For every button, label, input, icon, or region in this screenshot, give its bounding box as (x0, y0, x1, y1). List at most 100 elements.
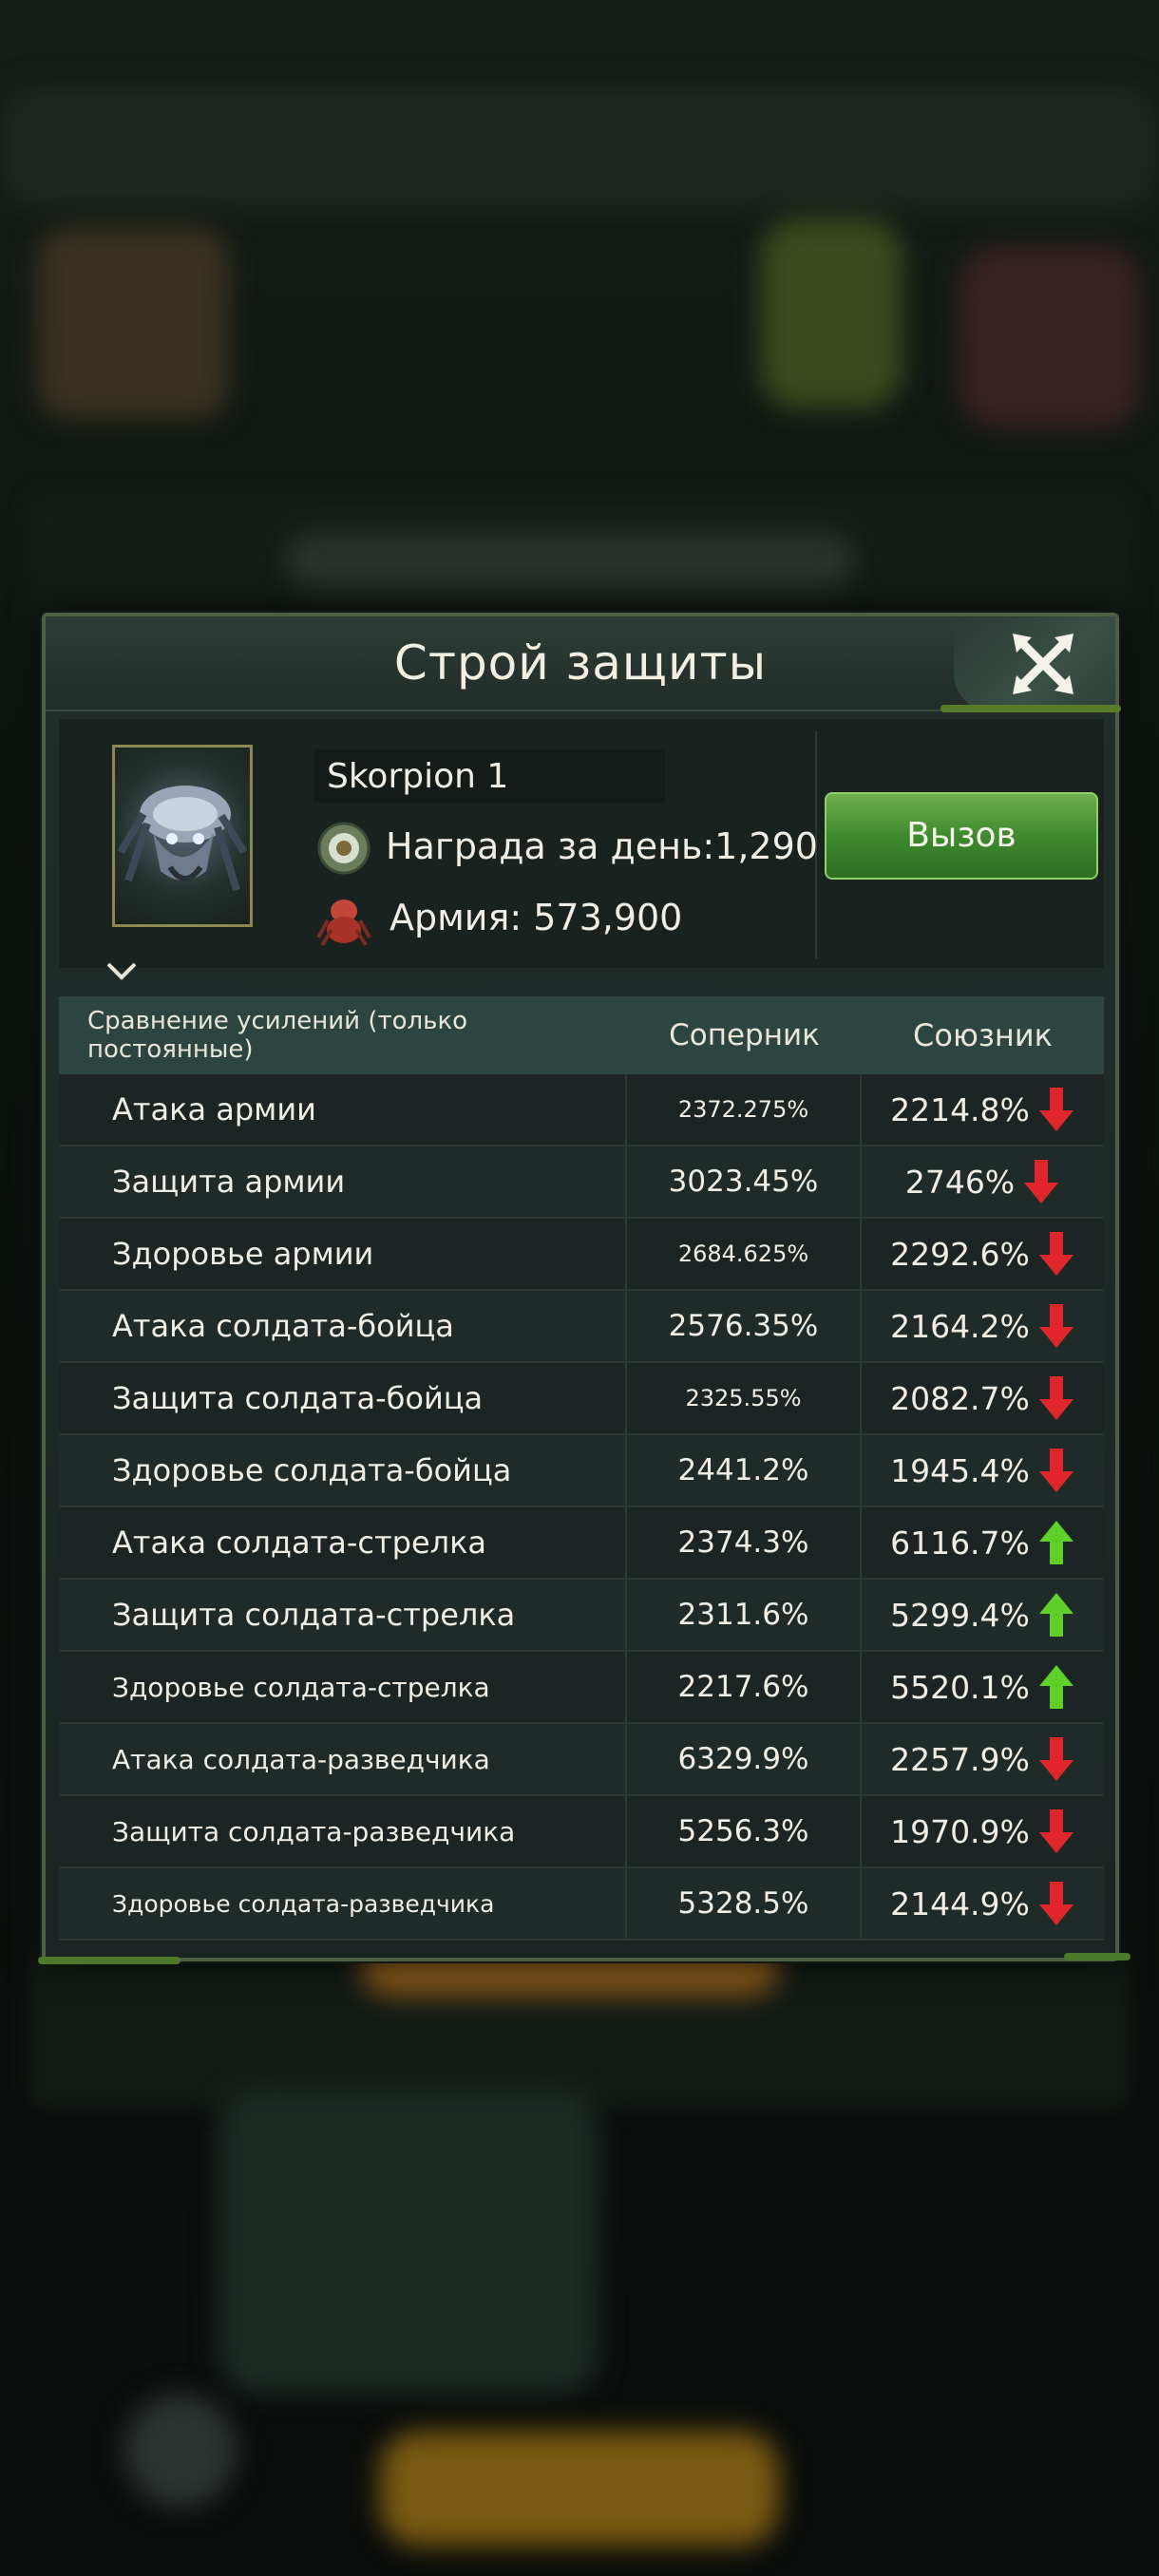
header-rival: Соперник (669, 1018, 820, 1052)
ally-value: 5520.1% (890, 1668, 1030, 1706)
rival-value: 2374.3% (627, 1507, 862, 1578)
avatar[interactable] (112, 745, 253, 927)
army-ant-icon (316, 900, 371, 947)
table-row: Здоровье солдата-стрелка 2217.6% 5520.1% (59, 1652, 1104, 1724)
ally-cell: 2214.8% (862, 1074, 1104, 1145)
rival-value: 2372.275% (627, 1074, 862, 1145)
bg-tile (760, 218, 902, 408)
bg-card (218, 2090, 598, 2394)
ally-value: 5299.4% (890, 1596, 1030, 1634)
table-row: Здоровье армии 2684.625% 2292.6% (59, 1219, 1104, 1291)
vine-decoration (940, 705, 1121, 712)
arrow-up-icon (1038, 1593, 1074, 1637)
table-body: Атака армии 2372.275% 2214.8% Защита армии 3… (59, 1074, 1104, 1941)
player-name: Skorpion 1 (327, 757, 509, 796)
challenge-button[interactable]: Вызов (825, 792, 1098, 880)
ally-value: 2214.8% (890, 1090, 1030, 1128)
table-row: Защита солдата-разведчика 5256.3% 1970.9% (59, 1796, 1104, 1868)
ally-value: 1945.4% (890, 1451, 1030, 1489)
ally-cell: 2257.9% (862, 1724, 1104, 1794)
arrow-down-icon (1024, 1160, 1059, 1203)
boost-label: Атака солдата-разведчика (59, 1724, 627, 1794)
rival-value: 2311.6% (627, 1580, 862, 1650)
bg-tile (38, 228, 228, 418)
boost-label: Защита солдата-стрелка (59, 1580, 627, 1650)
rival-value: 2217.6% (627, 1652, 862, 1722)
arrow-down-icon (1038, 1088, 1074, 1131)
boost-label: Здоровье солдата-бойца (59, 1435, 627, 1506)
ally-cell: 1945.4% (862, 1435, 1104, 1506)
table-row: Здоровье солдата-бойца 2441.2% 1945.4% (59, 1435, 1104, 1507)
ally-cell: 1970.9% (862, 1796, 1104, 1866)
rival-value: 5328.5% (627, 1868, 862, 1939)
header-ally: Союзник (913, 1017, 1053, 1053)
arrow-down-icon (1038, 1304, 1074, 1348)
ally-cell: 2746% (862, 1146, 1104, 1217)
table-row: Защита армии 3023.45% 2746% (59, 1146, 1104, 1219)
arrow-down-icon (1038, 1809, 1074, 1853)
table-row: Защита солдата-бойца 2325.55% 2082.7% (59, 1363, 1104, 1435)
boost-label: Здоровье солдата-разведчика (59, 1868, 627, 1939)
title-bar: Строй защиты (46, 616, 1115, 711)
table-row: Атака армии 2372.275% 2214.8% (59, 1074, 1104, 1146)
bg-tile (960, 247, 1140, 427)
arrow-down-icon (1038, 1376, 1074, 1420)
boost-label: Здоровье армии (59, 1219, 627, 1289)
ally-cell: 2082.7% (862, 1363, 1104, 1433)
rival-value: 2441.2% (627, 1435, 862, 1506)
arrow-up-icon (1038, 1521, 1074, 1564)
ally-value: 2292.6% (890, 1235, 1030, 1273)
boost-label: Здоровье солдата-стрелка (59, 1652, 627, 1722)
ally-value: 1970.9% (890, 1812, 1030, 1850)
ally-cell: 2164.2% (862, 1291, 1104, 1361)
table-row: Защита солдата-стрелка 2311.6% 5299.4% (59, 1580, 1104, 1652)
rival-value: 2684.625% (627, 1219, 862, 1289)
boost-comparison-table: Сравнение усилений (только постоянные) С… (59, 996, 1104, 1941)
arrow-down-icon (1038, 1737, 1074, 1781)
bg-header (0, 85, 1159, 209)
rival-value: 2325.55% (627, 1363, 862, 1433)
ally-value: 2257.9% (890, 1740, 1030, 1778)
boost-label: Защита солдата-бойца (59, 1363, 627, 1433)
boost-label: Защита солдата-разведчика (59, 1796, 627, 1866)
scorpion-portrait-icon (117, 786, 248, 892)
bg-title (285, 532, 855, 589)
table-header: Сравнение усилений (только постоянные) С… (59, 996, 1104, 1074)
ally-value: 2164.2% (890, 1307, 1030, 1345)
table-row: Здоровье солдата-разведчика 5328.5% 2144.9… (59, 1868, 1104, 1941)
rival-value: 3023.45% (627, 1146, 862, 1217)
ally-cell: 6116.7% (862, 1507, 1104, 1578)
vine-decoration (38, 1957, 180, 1964)
daily-reward: Награда за день:1,290 (386, 825, 818, 867)
vine-decoration (1064, 1953, 1130, 1960)
boost-label: Защита армии (59, 1146, 627, 1217)
arrow-down-icon (1038, 1882, 1074, 1925)
defense-formation-dialog: Строй защиты Skorpion 1 Награда за день:… (42, 613, 1119, 1961)
arrow-up-icon (1038, 1665, 1074, 1709)
ally-cell: 2292.6% (862, 1219, 1104, 1289)
chevron-down-icon[interactable] (104, 960, 139, 981)
table-row: Атака солдата-разведчика 6329.9% 2257.9% (59, 1724, 1104, 1796)
boost-label: Атака солдата-стрелка (59, 1507, 627, 1578)
ally-cell: 5520.1% (862, 1652, 1104, 1722)
ally-cell: 2144.9% (862, 1868, 1104, 1939)
boost-label: Атака солдата-бойца (59, 1291, 627, 1361)
table-row: Атака солдата-стрелка 2374.3% 6116.7% (59, 1507, 1104, 1580)
army-size: Армия: 573,900 (390, 897, 683, 938)
ally-value: 2144.9% (890, 1885, 1030, 1923)
boost-label: Атака армии (59, 1074, 627, 1145)
rival-value: 5256.3% (627, 1796, 862, 1866)
header-comparison: Сравнение усилений (только постоянные) (87, 1007, 468, 1064)
close-icon (1013, 634, 1074, 694)
table-row: Атака солдата-бойца 2576.35% 2164.2% (59, 1291, 1104, 1363)
reward-coin-icon (317, 822, 370, 875)
arrow-down-icon (1038, 1232, 1074, 1276)
ally-value: 6116.7% (890, 1524, 1030, 1562)
ally-value: 2082.7% (890, 1379, 1030, 1417)
rival-value: 2576.35% (627, 1291, 862, 1361)
ally-value: 2746% (904, 1163, 1016, 1201)
ally-cell: 5299.4% (862, 1580, 1104, 1650)
bg-icon (124, 2394, 238, 2508)
rival-value: 6329.9% (627, 1724, 862, 1794)
close-button[interactable] (954, 616, 1115, 711)
